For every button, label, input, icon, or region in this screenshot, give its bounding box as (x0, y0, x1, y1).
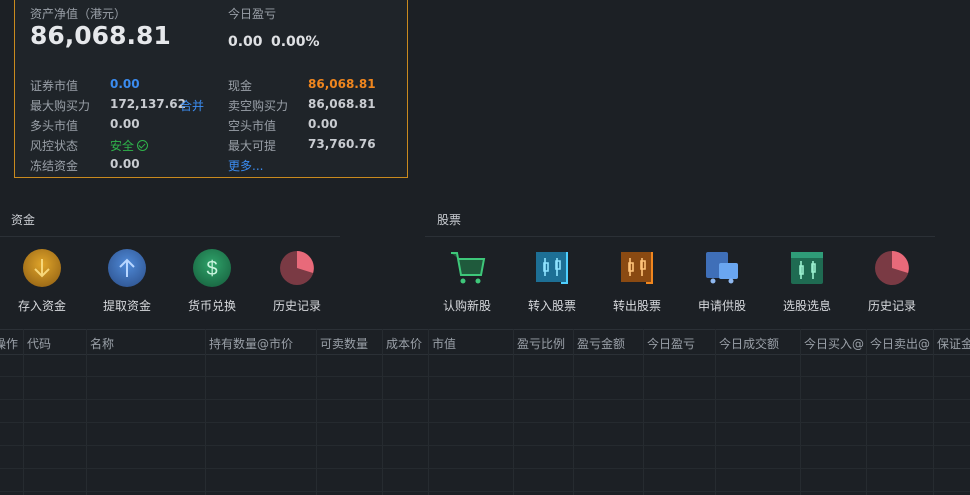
transfer-out-stock-button[interactable]: 转出股票 (597, 249, 677, 314)
deposit-funds-label: 存入资金 (17, 299, 66, 313)
frozen-funds-label: 冻结资金 (30, 159, 79, 173)
row-divider (0, 445, 970, 446)
column-header-pl-ratio[interactable]: 盈亏比例 (517, 335, 565, 352)
frozen-funds-value: 0.00 (110, 157, 140, 171)
risk-status-value: 安全 (110, 137, 149, 154)
holdings-table-header: 操作 代码 名称 持有数量@市价 可卖数量 成本价 市值 盈亏比例 盈亏金额 今… (0, 329, 970, 355)
column-header-today-buy[interactable]: 今日买入@ (804, 335, 864, 352)
column-header-today-pl[interactable]: 今日盈亏 (647, 335, 695, 352)
shield-check-icon (137, 140, 149, 151)
column-divider (933, 329, 934, 495)
transfer-in-stock-label: 转入股票 (527, 299, 576, 313)
net-assets-label: 资产净值（港元） (30, 7, 127, 21)
withdraw-funds-button[interactable]: 提取资金 (87, 249, 167, 314)
funds-history-label: 历史记录 (272, 299, 321, 313)
dividend-choice-icon (788, 249, 826, 287)
max-withdrawable-label: 最大可提 (228, 139, 277, 153)
risk-status-text: 安全 (110, 139, 135, 153)
rights-issue-button[interactable]: 申请供股 (682, 249, 762, 314)
currency-exchange-icon: $ (193, 249, 231, 287)
long-market-value-label: 多头市值 (30, 119, 79, 133)
column-header-quantity-price[interactable]: 持有数量@市价 (209, 335, 293, 352)
rights-issue-label: 申请供股 (697, 299, 746, 313)
column-divider (643, 329, 644, 495)
row-divider (0, 468, 970, 469)
column-header-margin[interactable]: 保证金 (937, 335, 970, 352)
column-divider (316, 329, 317, 495)
column-divider (800, 329, 801, 495)
withdraw-funds-label: 提取资金 (102, 299, 151, 313)
securities-value-label: 证券市值 (30, 79, 79, 93)
stocks-divider (425, 236, 935, 237)
cash-label: 现金 (228, 79, 253, 93)
dividend-choice-button[interactable]: 选股选息 (767, 249, 847, 314)
column-header-sellable-qty[interactable]: 可卖数量 (320, 335, 368, 352)
column-header-today-turnover[interactable]: 今日成交额 (719, 335, 779, 352)
stocks-history-button[interactable]: 历史记录 (852, 249, 932, 314)
row-divider (0, 491, 970, 492)
merge-link[interactable]: 合并 (180, 97, 204, 114)
more-link[interactable]: 更多... (228, 157, 263, 174)
row-divider (0, 422, 970, 423)
stocks-section-title: 股票 (437, 213, 462, 227)
ipo-cart-icon (448, 249, 486, 287)
funds-section-title: 资金 (11, 213, 36, 227)
column-divider (715, 329, 716, 495)
column-header-name[interactable]: 名称 (90, 335, 114, 352)
today-pl-value: 0.00 (228, 34, 263, 50)
history-pie-icon (873, 249, 911, 287)
column-divider (86, 329, 87, 495)
funds-history-button[interactable]: 历史记录 (257, 249, 337, 314)
svg-text:$: $ (206, 258, 217, 280)
ipo-subscribe-button[interactable]: 认购新股 (427, 249, 507, 314)
column-divider (573, 329, 574, 495)
max-buying-power-value: 172,137.62 (110, 97, 186, 111)
stocks-history-label: 历史记录 (867, 299, 916, 313)
column-header-pl-amount[interactable]: 盈亏金额 (577, 335, 625, 352)
column-divider (866, 329, 867, 495)
row-divider (0, 376, 970, 377)
today-pl-label: 今日盈亏 (228, 7, 277, 21)
transfer-out-stock-label: 转出股票 (612, 299, 661, 313)
short-market-value: 0.00 (308, 117, 338, 131)
today-pl-percent: 0.00% (271, 34, 320, 50)
column-header-market-value[interactable]: 市值 (432, 335, 456, 352)
deposit-icon (23, 249, 61, 287)
max-buying-power-label: 最大购买力 (30, 99, 91, 113)
short-buying-power-label: 卖空购买力 (228, 99, 289, 113)
account-summary-panel: 资产净值（港元） 86,068.81 今日盈亏 0.00 0.00% 证券市值 … (14, 0, 408, 178)
column-header-action[interactable]: 操作 (0, 335, 18, 352)
column-divider (23, 329, 24, 495)
holdings-table: 操作 代码 名称 持有数量@市价 可卖数量 成本价 市值 盈亏比例 盈亏金额 今… (0, 329, 970, 495)
withdraw-icon (108, 249, 146, 287)
currency-exchange-button[interactable]: $ 货币兑换 (172, 249, 252, 314)
history-pie-icon (278, 249, 316, 287)
row-divider (0, 399, 970, 400)
long-market-value: 0.00 (110, 117, 140, 131)
currency-exchange-label: 货币兑换 (187, 299, 236, 313)
ipo-subscribe-label: 认购新股 (442, 299, 491, 313)
column-header-cost-price[interactable]: 成本价 (386, 335, 422, 352)
column-divider (513, 329, 514, 495)
risk-status-label: 风控状态 (30, 139, 79, 153)
net-assets-value: 86,068.81 (30, 21, 171, 50)
column-header-code[interactable]: 代码 (27, 335, 51, 352)
deposit-funds-button[interactable]: 存入资金 (2, 249, 82, 314)
short-buying-power-value: 86,068.81 (308, 97, 376, 111)
column-divider (428, 329, 429, 495)
cash-value: 86,068.81 (308, 77, 376, 91)
column-divider (205, 329, 206, 495)
max-withdrawable-value: 73,760.76 (308, 137, 376, 151)
rights-issue-icon (703, 249, 741, 287)
dividend-choice-label: 选股选息 (782, 299, 831, 313)
transfer-out-icon (618, 249, 656, 287)
short-market-value-label: 空头市值 (228, 119, 277, 133)
securities-value: 0.00 (110, 77, 140, 91)
transfer-in-stock-button[interactable]: 转入股票 (512, 249, 592, 314)
column-divider (382, 329, 383, 495)
transfer-in-icon (533, 249, 571, 287)
column-header-today-sell[interactable]: 今日卖出@ (870, 335, 930, 352)
funds-divider (0, 236, 340, 237)
